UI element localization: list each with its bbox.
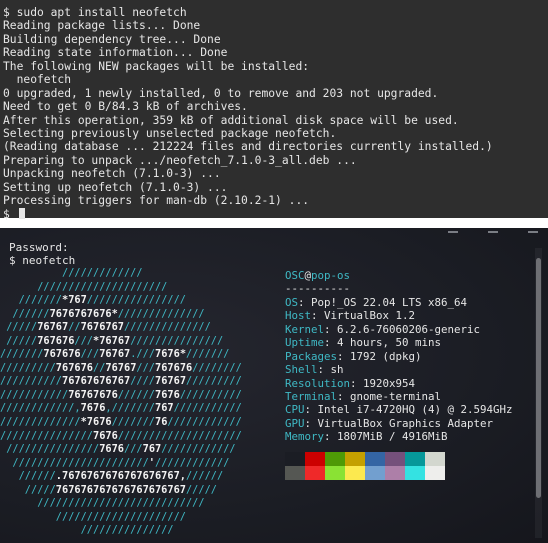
info-value: : 4 hours, 50 mins	[324, 336, 442, 350]
info-row-host: Host: VirtualBox 1.2	[285, 309, 513, 322]
info-value: : sh	[317, 363, 344, 377]
color-swatch	[325, 466, 345, 480]
palette-row-normal	[285, 452, 445, 466]
info-key: Memory	[285, 430, 325, 444]
output-line: $ sudo apt install neofetch	[3, 6, 187, 19]
color-swatch	[285, 452, 305, 466]
info-key: Host	[285, 309, 312, 323]
terminal-output: $ sudo apt install neofetch Reading packa…	[3, 6, 548, 208]
color-swatch	[305, 452, 325, 466]
pop-os-ascii-logo: ///////////// ///////////////////// ////…	[0, 267, 242, 537]
command-line: $ neofetch	[9, 254, 76, 267]
window-titlebar-edge	[0, 228, 548, 237]
info-row-uptime: Uptime: 4 hours, 50 mins	[285, 336, 513, 349]
info-key: OS	[285, 295, 299, 309]
username: OSC	[285, 269, 305, 282]
output-line: Need to get 0 B/84.3 kB of archives.	[3, 100, 248, 114]
output-line: Selecting previously unselected package …	[3, 126, 337, 140]
info-value: : gnome-terminal	[337, 389, 442, 403]
scrollbar-thumb[interactable]	[536, 258, 541, 498]
system-info-panel: OSC@pop-os ---------- OS: Pop!_OS 22.04 …	[285, 269, 513, 444]
prompt-line[interactable]: $	[3, 207, 548, 221]
output-line: 0 upgraded, 1 newly installed, 0 to remo…	[3, 86, 439, 100]
color-swatch	[365, 452, 385, 466]
password-prompt: Password:	[9, 241, 69, 254]
info-value: : VirtualBox Graphics Adapter	[304, 416, 494, 430]
color-swatch	[405, 452, 425, 466]
close-icon[interactable]	[528, 231, 538, 233]
output-line: Reading state information... Done	[3, 46, 228, 60]
output-line: Unpacking neofetch (7.1.0-3) ...	[3, 167, 221, 181]
output-line: The following NEW packages will be insta…	[3, 59, 310, 73]
output-line: After this operation, 359 kB of addition…	[3, 113, 459, 127]
output-line: neofetch	[3, 73, 72, 87]
color-palette	[285, 452, 445, 480]
output-line: Setting up neofetch (7.1.0-3) ...	[3, 180, 228, 194]
terminal-window-bottom[interactable]: Password: $ neofetch ///////////// /////…	[0, 228, 548, 543]
info-row-kernel: Kernel: 6.2.6-76060206-generic	[285, 323, 513, 336]
info-value: : 1792 (dpkg)	[337, 349, 422, 363]
output-line: Processing triggers for man-db (2.10.2-1…	[3, 194, 310, 208]
terminal-window-top[interactable]: $ sudo apt install neofetch Reading packa…	[0, 0, 548, 221]
info-value: : 1920x954	[350, 376, 416, 390]
color-swatch	[405, 466, 425, 480]
prompt-symbol: $	[3, 207, 10, 221]
info-value: : Intel i7-4720HQ (4) @ 2.594GHz	[304, 403, 513, 417]
info-row-packages: Packages: 1792 (dpkg)	[285, 350, 513, 363]
color-swatch	[425, 452, 445, 466]
info-key: Resolution	[285, 376, 351, 390]
output-line: Building dependency tree... Done	[3, 32, 221, 46]
info-row-terminal: Terminal: gnome-terminal	[285, 390, 513, 403]
palette-row-bright	[285, 466, 445, 480]
maximize-icon[interactable]	[488, 231, 498, 233]
text-cursor	[18, 207, 25, 219]
info-key: Terminal	[285, 389, 338, 403]
info-key: Shell	[285, 363, 318, 377]
info-value: : Pop!_OS 22.04 LTS x86_64	[298, 295, 468, 309]
output-line: Reading package lists... Done	[3, 19, 201, 33]
info-row-shell: Shell: sh	[285, 363, 513, 376]
color-swatch	[345, 452, 365, 466]
hostname: pop-os	[311, 269, 351, 282]
color-swatch	[325, 452, 345, 466]
color-swatch	[285, 466, 305, 480]
info-row-gpu: GPU: VirtualBox Graphics Adapter	[285, 417, 513, 430]
info-row-memory: Memory: 1807MiB / 4916MiB	[285, 430, 513, 443]
info-row-cpu: CPU: Intel i7-4720HQ (4) @ 2.594GHz	[285, 403, 513, 416]
output-line: (Reading database ... 212224 files and d…	[3, 140, 493, 154]
info-key: GPU	[285, 416, 305, 430]
info-key: CPU	[285, 403, 305, 417]
output-line: Preparing to unpack .../neofetch_7.1.0-3…	[3, 153, 357, 167]
color-swatch	[345, 466, 365, 480]
color-swatch	[365, 466, 385, 480]
color-swatch	[385, 466, 405, 480]
user-host-line: OSC@pop-os	[285, 269, 513, 282]
info-row-os: OS: Pop!_OS 22.04 LTS x86_64	[285, 296, 513, 309]
info-key: Kernel	[285, 322, 325, 336]
color-swatch	[385, 452, 405, 466]
info-value: : 6.2.6-76060206-generic	[324, 322, 481, 336]
info-key: Uptime	[285, 336, 325, 350]
info-row-resolution: Resolution: 1920x954	[285, 377, 513, 390]
info-value: : 1807MiB / 4916MiB	[324, 430, 448, 444]
color-swatch	[305, 466, 325, 480]
color-swatch	[425, 466, 445, 480]
separator: ----------	[285, 282, 351, 296]
info-value: : VirtualBox 1.2	[311, 309, 416, 323]
minimize-icon[interactable]	[448, 231, 458, 233]
info-key: Packages	[285, 349, 338, 363]
